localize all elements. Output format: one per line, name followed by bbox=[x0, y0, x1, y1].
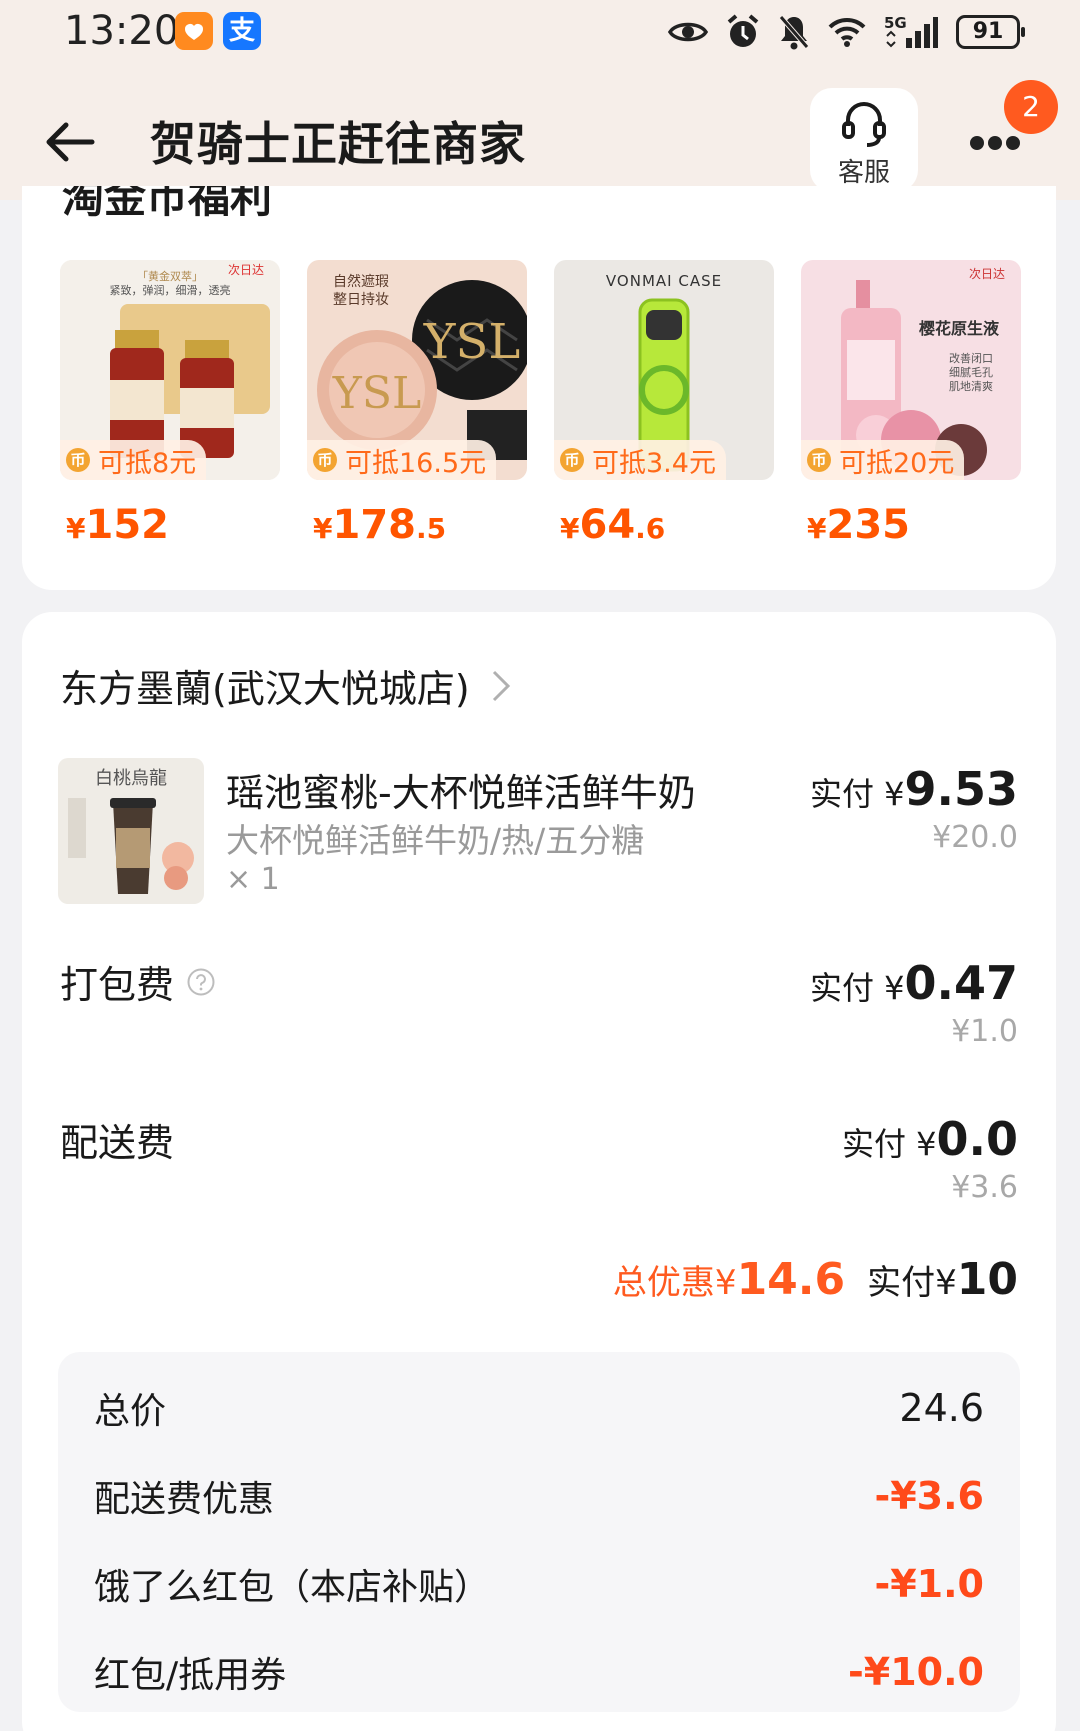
delivery-fee-price-block: 实付 ¥0.0 ¥3.6 bbox=[841, 1112, 1019, 1205]
packing-fee-original: ¥1.0 bbox=[951, 1014, 1018, 1049]
product-card-clarins[interactable]: 次日达 「黄金双萃」 紧致，弹润，细滑，透亮 币 可抵8元 ¥152 bbox=[60, 260, 280, 548]
packing-fee-price-block: 实付 ¥0.47 ¥1.0 bbox=[809, 956, 1019, 1049]
product-1-image-badge: 次日达 bbox=[228, 263, 264, 277]
coupon-tag: 币 可抵20元 bbox=[801, 440, 965, 480]
mute-icon bbox=[778, 12, 810, 52]
coin-benefits-card: 淘金币福利 次日达 「黄金双萃」 紧致，弹润，细滑，透亮 币 可抵8元 ¥152… bbox=[22, 186, 1056, 590]
item-quantity: × 1 bbox=[226, 862, 280, 897]
product-4-image-title: 樱花原生液 bbox=[919, 319, 1000, 338]
header: 贺骑士正赶往商家 客服 bbox=[0, 70, 1080, 200]
coupon-text: 可抵3.4元 bbox=[592, 447, 716, 479]
delivery-fee-original: ¥3.6 bbox=[951, 1170, 1018, 1205]
peach-milk-tea-image: 白桃烏龍 bbox=[58, 758, 204, 904]
coupon-tag: 币 可抵8元 bbox=[60, 440, 207, 480]
order-summary-line: 总优惠¥14.6 实付¥10 bbox=[613, 1254, 1018, 1305]
cellular-signal-icon: 5G bbox=[884, 12, 938, 52]
coupon-tag: 币 可抵16.5元 bbox=[307, 440, 497, 480]
product-2-image-text-1: 自然遮瑕 bbox=[333, 273, 389, 290]
store-link[interactable]: 东方墨蘭(武汉大悦城店) bbox=[60, 658, 512, 713]
taobao-icon bbox=[175, 12, 213, 50]
clarins-serum-image: 次日达 「黄金双萃」 紧致，弹润，细滑，透亮 币 可抵8元 bbox=[60, 260, 280, 480]
alipay-icon: 支 bbox=[223, 12, 261, 50]
breakdown-row-store-subsidy: 饿了么红包（本店补贴） -¥1.0 bbox=[94, 1562, 984, 1608]
packing-fee-row: 打包费 bbox=[60, 954, 216, 1009]
coin-benefits-title: 淘金币福利 bbox=[62, 186, 273, 222]
more-dot-icon bbox=[988, 136, 1002, 150]
packing-fee-amount: 0.47 bbox=[904, 956, 1019, 1010]
product-3-image-brand: VONMAI CASE bbox=[606, 272, 722, 290]
product-1-image-subtitle: 「黄金双萃」 bbox=[137, 269, 203, 283]
more-dot-icon bbox=[970, 136, 984, 150]
product-4-image-claim-2: 细腻毛孔 bbox=[949, 366, 993, 379]
original-price: ¥20.0 bbox=[932, 820, 1018, 855]
product-4-image-claim-1: 改善闭口 bbox=[949, 351, 993, 365]
phone-case-image: VONMAI CASE 币 可抵3.4元 bbox=[554, 260, 774, 480]
product-price: ¥152 bbox=[66, 502, 169, 548]
more-dot-icon bbox=[1006, 136, 1020, 150]
estee-lauder-essence-image: 次日达 樱花原生液 改善闭口 细腻毛孔 肌地清爽 币 可抵20元 bbox=[801, 260, 1021, 480]
total-paid-label: 实付¥ bbox=[867, 1263, 957, 1303]
coin-icon: 币 bbox=[66, 448, 90, 472]
coupon-text: 可抵16.5元 bbox=[345, 447, 487, 479]
product-1-image-caption: 紧致，弹润，细滑，透亮 bbox=[110, 283, 231, 297]
product-4-image-claim-3: 肌地清爽 bbox=[949, 380, 993, 393]
coupon-text: 可抵20元 bbox=[839, 447, 955, 479]
help-icon[interactable] bbox=[186, 967, 216, 997]
svg-text:YSL: YSL bbox=[423, 314, 520, 370]
product-price: ¥178.5 bbox=[313, 502, 447, 548]
breakdown-row-coupons: 红包/抵用券 -¥10.0 bbox=[94, 1650, 984, 1696]
coin-icon: 币 bbox=[560, 448, 584, 472]
store-name: 东方墨蘭(武汉大悦城店) bbox=[60, 667, 470, 711]
packing-fee-label: 打包费 bbox=[60, 963, 175, 1007]
product-card-ysl[interactable]: 自然遮瑕 整日持妆 YSL YSL 币 可抵16.5元 ¥178.5 bbox=[307, 260, 527, 548]
alarm-icon bbox=[726, 12, 760, 52]
product-card-estee[interactable]: 次日达 樱花原生液 改善闭口 细腻毛孔 肌地清爽 币 可抵20元 ¥235 bbox=[801, 260, 1021, 548]
total-discount-label: 总优惠¥ bbox=[612, 1263, 737, 1303]
price-breakdown: 总价 24.6 配送费优惠 -¥3.6 饿了么红包（本店补贴） -¥1.0 红包… bbox=[58, 1352, 1020, 1712]
product-price: ¥235 bbox=[807, 502, 910, 548]
delivery-fee-amount: 0.0 bbox=[936, 1112, 1019, 1166]
battery-icon: 91 bbox=[956, 15, 1025, 49]
coin-icon: 币 bbox=[807, 448, 831, 472]
breakdown-row-delivery-discount: 配送费优惠 -¥3.6 bbox=[94, 1474, 984, 1520]
product-price: ¥64.6 bbox=[560, 502, 666, 548]
product-card-phone-case[interactable]: VONMAI CASE 币 可抵3.4元 ¥64.6 bbox=[554, 260, 774, 548]
product-2-image-text-2: 整日持妆 bbox=[333, 292, 389, 308]
item-title: 瑶池蜜桃-大杯悦鲜活鲜牛奶 bbox=[226, 771, 696, 815]
customer-service-button[interactable]: 客服 bbox=[810, 88, 918, 192]
total-paid-amount: 10 bbox=[956, 1254, 1018, 1305]
coupon-text: 可抵8元 bbox=[98, 447, 197, 479]
ysl-cushion-image: 自然遮瑕 整日持妆 YSL YSL 币 可抵16.5元 bbox=[307, 260, 527, 480]
product-4-image-badge: 次日达 bbox=[969, 267, 1005, 281]
coin-icon: 币 bbox=[313, 448, 337, 472]
eye-icon bbox=[668, 12, 708, 52]
network-type-label: 5G bbox=[884, 14, 907, 32]
back-arrow-icon bbox=[46, 122, 95, 162]
paid-amount: 9.53 bbox=[904, 762, 1019, 816]
item-spec: 大杯悦鲜活鲜牛奶/热/五分糖 bbox=[226, 821, 645, 860]
total-discount-amount: 14.6 bbox=[736, 1254, 846, 1305]
page-title: 贺骑士正赶往商家 bbox=[150, 117, 526, 171]
notification-count-badge: 2 bbox=[1004, 80, 1058, 134]
more-button[interactable] bbox=[960, 128, 1030, 158]
coupon-tag: 币 可抵3.4元 bbox=[554, 440, 726, 480]
status-icons: 5G 91 bbox=[668, 10, 1025, 54]
svg-text:YSL: YSL bbox=[332, 368, 421, 419]
customer-service-label: 客服 bbox=[837, 158, 890, 188]
status-time: 13:20 bbox=[64, 8, 180, 54]
breakdown-row-total: 总价 24.6 bbox=[94, 1386, 984, 1432]
headset-icon bbox=[842, 102, 886, 147]
order-detail-card: 东方墨蘭(武汉大悦城店) 白桃烏龍 瑶池蜜桃-大杯悦鲜活鲜牛奶 大杯悦鲜活鲜牛奶… bbox=[22, 612, 1056, 1731]
delivery-fee-label: 配送费 bbox=[60, 1121, 175, 1165]
wifi-icon bbox=[828, 12, 866, 52]
paid-label: 实付 ¥ bbox=[809, 775, 905, 813]
delivery-fee-row: 配送费 bbox=[60, 1112, 174, 1167]
back-button[interactable] bbox=[40, 112, 100, 172]
status-bar: 13:20 支 5G 91 bbox=[0, 0, 1080, 70]
item-image-text: 白桃烏龍 bbox=[95, 768, 167, 789]
item-price-block: 实付 ¥9.53 ¥20.0 bbox=[810, 762, 1018, 855]
chevron-right-icon bbox=[492, 670, 510, 701]
order-tracking-page: 13:20 支 5G 91 贺骑士正赶往商家 客服 2 淘金币福利 次日达 「黄… bbox=[0, 0, 1080, 1731]
